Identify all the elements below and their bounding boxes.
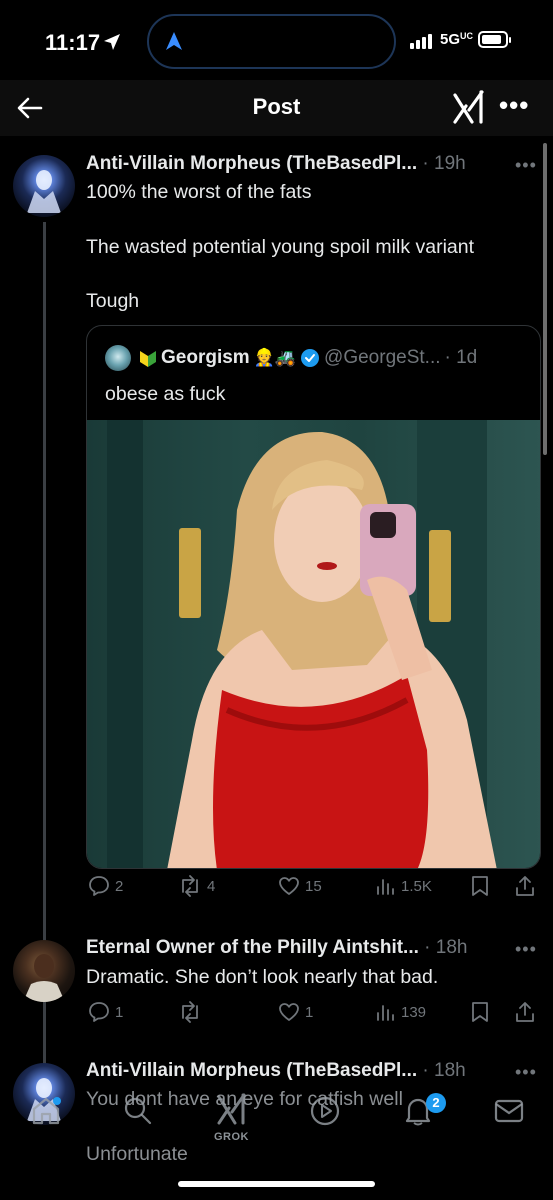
quoted-post-card[interactable]: Georgism 👷🚜 @GeorgeSt... · 1d obese as f… xyxy=(86,325,541,869)
repost-icon xyxy=(182,1001,198,1023)
post-more-icon[interactable]: ••• xyxy=(515,1062,537,1083)
bookmark-icon xyxy=(472,876,488,896)
status-bar: 11:17 5GUC xyxy=(0,0,553,80)
post-text-line: 100% the worst of the fats xyxy=(86,181,312,203)
bookmark-button[interactable] xyxy=(470,1001,490,1023)
quoted-time: · 1d xyxy=(444,347,478,368)
reply-button[interactable]: 2 xyxy=(88,875,123,897)
post-header: Anti-Villain Morpheus (TheBasedPl... · 1… xyxy=(86,1060,466,1082)
repost-count: 4 xyxy=(207,877,216,895)
more-options-icon[interactable]: ••• xyxy=(499,90,529,121)
avatar-figure-icon xyxy=(23,954,65,1002)
bookmark-icon xyxy=(472,1002,488,1022)
heart-icon xyxy=(279,1003,299,1021)
quoted-post-header: Georgism 👷🚜 @GeorgeSt... · 1d xyxy=(139,347,477,369)
quoted-post-image[interactable] xyxy=(87,420,540,868)
bookmark-button[interactable] xyxy=(470,875,490,897)
post-action-bar: 1 1 139 xyxy=(86,1001,541,1031)
post-header: Anti-Villain Morpheus (TheBasedPl... · 1… xyxy=(86,153,466,175)
reply-button[interactable]: 1 xyxy=(88,1001,123,1023)
repost-icon xyxy=(182,875,198,897)
top-header: Post ••• xyxy=(0,80,553,136)
share-button[interactable] xyxy=(514,875,536,897)
views-chart-icon xyxy=(377,1005,394,1021)
post-text-line: The wasted potential young spoil milk va… xyxy=(86,236,475,258)
post-more-icon[interactable]: ••• xyxy=(515,939,537,960)
notification-badge: 2 xyxy=(426,1093,446,1113)
play-icon[interactable] xyxy=(309,1095,341,1127)
location-arrow-icon xyxy=(104,34,120,50)
selfie-photo xyxy=(107,420,497,868)
like-button[interactable]: 15 xyxy=(278,875,322,897)
scrollbar[interactable] xyxy=(543,143,547,455)
cellular-signal-icon xyxy=(410,34,432,49)
quoted-author-name: Georgism xyxy=(161,347,250,368)
reply-count: 2 xyxy=(115,877,124,895)
avatar[interactable] xyxy=(13,940,75,1002)
avatar-figure-icon xyxy=(27,170,61,213)
post-more-icon[interactable]: ••• xyxy=(515,155,537,176)
quoted-handle: @GeorgeSt... xyxy=(324,347,441,368)
home-icon[interactable] xyxy=(30,1095,62,1127)
share-icon xyxy=(516,1002,534,1022)
avatar[interactable] xyxy=(13,155,75,217)
beginner-badge-icon xyxy=(140,351,156,367)
grok-label: GROK xyxy=(214,1131,249,1143)
views-count: 1.5K xyxy=(401,877,432,895)
verified-badge-icon xyxy=(301,349,320,367)
reply-count: 1 xyxy=(115,1003,124,1021)
author-name[interactable]: Eternal Owner of the Philly Aintshit... xyxy=(86,937,419,958)
author-name[interactable]: Anti-Villain Morpheus (TheBasedPl... xyxy=(86,153,417,174)
search-icon[interactable] xyxy=(122,1095,154,1127)
share-button[interactable] xyxy=(514,1001,536,1023)
like-count: 15 xyxy=(305,877,322,895)
bottom-navigation: GROK 2 xyxy=(0,1085,553,1155)
navigation-arrow-icon xyxy=(166,32,182,50)
quoted-post-text: obese as fuck xyxy=(105,383,226,405)
post-header: Eternal Owner of the Philly Aintshit... … xyxy=(86,937,467,959)
mail-icon[interactable] xyxy=(493,1095,525,1127)
name-emojis: 👷🚜 xyxy=(253,348,297,367)
post-time[interactable]: · 18h xyxy=(422,1060,465,1081)
post-text-line: Dramatic. She don’t look nearly that bad… xyxy=(86,966,439,988)
quoted-avatar xyxy=(105,345,131,371)
heart-icon xyxy=(279,877,299,895)
repost-button[interactable] xyxy=(178,1001,207,1023)
like-button[interactable]: 1 xyxy=(278,1001,313,1023)
views-chart-icon xyxy=(377,879,394,895)
author-name[interactable]: Anti-Villain Morpheus (TheBasedPl... xyxy=(86,1060,417,1081)
views-count: 139 xyxy=(401,1003,427,1021)
network-type: 5GUC xyxy=(440,31,474,48)
post-time[interactable]: · 19h xyxy=(422,153,465,174)
post-action-bar: 2 4 15 1.5K xyxy=(86,875,541,905)
battery-icon xyxy=(478,31,511,48)
views-button[interactable]: 139 xyxy=(374,1001,426,1023)
post-time[interactable]: · 18h xyxy=(424,937,467,958)
views-button[interactable]: 1.5K xyxy=(374,875,432,897)
status-time: 11:17 xyxy=(45,30,101,55)
grok-icon[interactable] xyxy=(216,1093,248,1125)
repost-button[interactable]: 4 xyxy=(178,875,215,897)
dynamic-island[interactable] xyxy=(147,14,396,69)
post-text-line: Tough xyxy=(86,290,140,312)
grok-x-logo-icon[interactable] xyxy=(452,90,486,124)
reply-icon xyxy=(89,1002,109,1022)
like-count: 1 xyxy=(305,1003,314,1021)
home-indicator[interactable] xyxy=(178,1181,375,1187)
reply-icon xyxy=(89,876,109,896)
share-icon xyxy=(516,876,534,896)
